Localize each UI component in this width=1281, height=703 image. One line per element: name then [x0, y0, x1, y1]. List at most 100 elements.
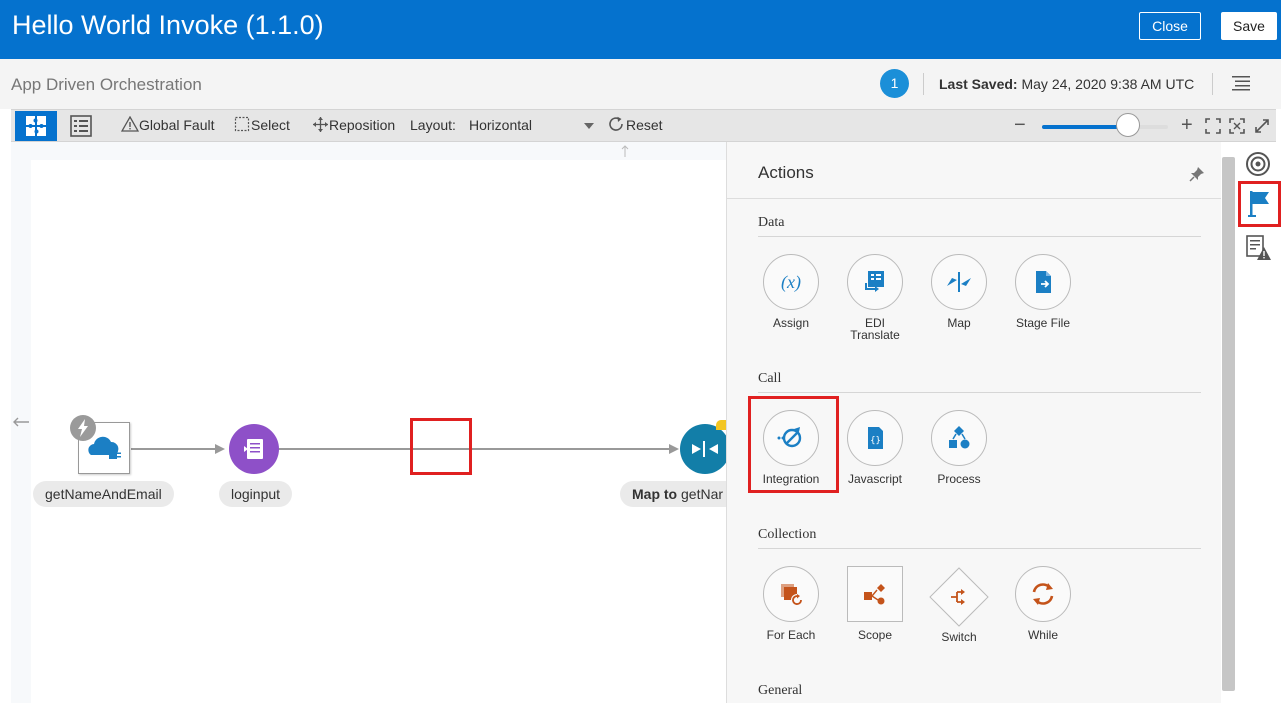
- while-loop-icon: [1015, 566, 1071, 622]
- divider: [1212, 73, 1213, 95]
- close-button[interactable]: Close: [1139, 12, 1201, 40]
- actions-scrollbar[interactable]: [1222, 157, 1235, 691]
- map-label-bold: Map to: [632, 486, 678, 502]
- reset-button[interactable]: Reset: [608, 110, 663, 141]
- list-view-icon[interactable]: [69, 114, 93, 138]
- map-node[interactable]: [680, 424, 730, 474]
- action-stage-file[interactable]: Stage File: [1001, 254, 1085, 329]
- reposition-label: Reposition: [329, 117, 396, 133]
- map-label-rest: getNar: [677, 486, 724, 502]
- select-tool-button[interactable]: Select: [234, 110, 290, 141]
- action-label: Stage File: [1015, 316, 1071, 330]
- actions-palette: Actions Data (x) Assign EDI Translate Ma…: [726, 142, 1221, 703]
- select-label: Select: [251, 117, 290, 133]
- error-list-icon[interactable]: [1245, 235, 1273, 261]
- warning-indicator: [716, 420, 726, 430]
- node-label[interactable]: getNameAndEmail: [33, 481, 174, 507]
- layout-value: Horizontal: [469, 117, 533, 133]
- map-arrows-icon: [692, 441, 718, 457]
- action-javascript[interactable]: {} Javascript: [833, 410, 917, 485]
- zoom-to-fit-icon[interactable]: [1229, 118, 1245, 134]
- canvas-toolbar: Global Fault Select Reposition Layout: H…: [11, 109, 1276, 142]
- flag-icon[interactable]: [1247, 189, 1273, 219]
- global-fault-label: Global Fault: [139, 117, 215, 133]
- integration-style-label: App Driven Orchestration: [11, 75, 202, 94]
- action-while[interactable]: While: [1001, 566, 1085, 641]
- action-label: Assign: [772, 316, 810, 330]
- action-switch[interactable]: Switch: [917, 566, 1001, 643]
- reset-icon: [609, 116, 623, 131]
- last-saved-status: Last Saved: May 24, 2020 9:38 AM UTC: [939, 76, 1194, 92]
- actions-title: Actions: [758, 163, 814, 182]
- action-for-each[interactable]: For Each: [749, 566, 833, 641]
- save-button[interactable]: Save: [1221, 12, 1277, 40]
- log-node[interactable]: [229, 424, 279, 474]
- node-label[interactable]: loginput: [219, 481, 293, 507]
- edi-label-line2: Translate: [850, 328, 900, 342]
- marquee-select-icon: [234, 116, 250, 132]
- node-label[interactable]: Map to getNar: [620, 481, 726, 507]
- pin-icon[interactable]: [1189, 166, 1205, 182]
- action-map[interactable]: Map: [917, 254, 1001, 329]
- action-label: EDI Translate: [833, 317, 917, 341]
- section-title-data: Data: [758, 215, 785, 230]
- reset-label: Reset: [626, 117, 663, 133]
- divider: [758, 236, 1201, 237]
- chevron-down-icon: [584, 123, 594, 129]
- trigger-lightning-icon: [70, 415, 96, 441]
- map-icon: [931, 254, 987, 310]
- assign-symbol: (x): [781, 271, 801, 292]
- action-label: Process: [937, 472, 981, 486]
- zoom-slider-track[interactable]: [1042, 125, 1168, 129]
- notification-badge[interactable]: 1: [880, 69, 909, 98]
- scope-icon: [847, 566, 903, 622]
- edi-translate-icon: [847, 254, 903, 310]
- action-process[interactable]: Process: [917, 410, 1001, 485]
- target-icon[interactable]: [1245, 151, 1271, 177]
- action-edi-translate[interactable]: EDI Translate: [833, 254, 917, 341]
- switch-icon: [928, 566, 990, 628]
- section-title-general: General: [758, 683, 803, 698]
- global-fault-button[interactable]: Global Fault: [120, 110, 215, 141]
- orchestration-canvas[interactable]: getNameAndEmail loginput Map to getNar: [11, 142, 730, 703]
- app-header: Hello World Invoke (1.1.0) Close Save: [0, 0, 1281, 59]
- divider: [923, 73, 924, 95]
- assign-icon: (x): [763, 254, 819, 310]
- warning-icon: [120, 115, 140, 132]
- zoom-out-button[interactable]: −: [1014, 110, 1026, 141]
- zoom-in-button[interactable]: +: [1181, 110, 1193, 141]
- action-label: Javascript: [847, 472, 903, 486]
- drop-target-highlight: [410, 418, 472, 475]
- action-label: Switch: [941, 630, 977, 644]
- reposition-tool-button[interactable]: Reposition: [312, 110, 395, 141]
- stage-file-icon: [1015, 254, 1071, 310]
- last-saved-label: Last Saved:: [939, 76, 1018, 92]
- action-label: For Each: [766, 628, 816, 642]
- divider: [758, 392, 1201, 393]
- action-label: Map: [947, 316, 971, 330]
- action-label: While: [1027, 628, 1058, 642]
- canvas-view-button[interactable]: [15, 111, 57, 141]
- layout-label: Layout:: [410, 117, 456, 133]
- divider: [758, 548, 1201, 549]
- zoom-slider-thumb[interactable]: [1115, 113, 1140, 137]
- zoom-slider-fill: [1042, 125, 1128, 129]
- svg-text:{}: {}: [870, 436, 881, 446]
- section-title-call: Call: [758, 371, 782, 386]
- expand-icon[interactable]: [1254, 118, 1270, 134]
- page-title: Hello World Invoke (1.1.0): [12, 10, 324, 40]
- hamburger-menu-icon[interactable]: [1232, 75, 1250, 91]
- action-label: Scope: [857, 628, 893, 642]
- move-arrows-icon: [313, 117, 328, 132]
- process-icon: [931, 410, 987, 466]
- action-scope[interactable]: Scope: [833, 566, 917, 641]
- puzzle-icon: [26, 116, 46, 136]
- integration-highlight: [748, 396, 839, 493]
- log-document-icon: [244, 439, 263, 459]
- last-saved-value: May 24, 2020 9:38 AM UTC: [1021, 76, 1195, 92]
- divider: [727, 198, 1221, 199]
- fit-to-screen-icon[interactable]: [1205, 118, 1221, 134]
- for-each-icon: [763, 566, 819, 622]
- action-assign[interactable]: (x) Assign: [749, 254, 833, 329]
- layout-select[interactable]: Horizontal: [469, 110, 611, 141]
